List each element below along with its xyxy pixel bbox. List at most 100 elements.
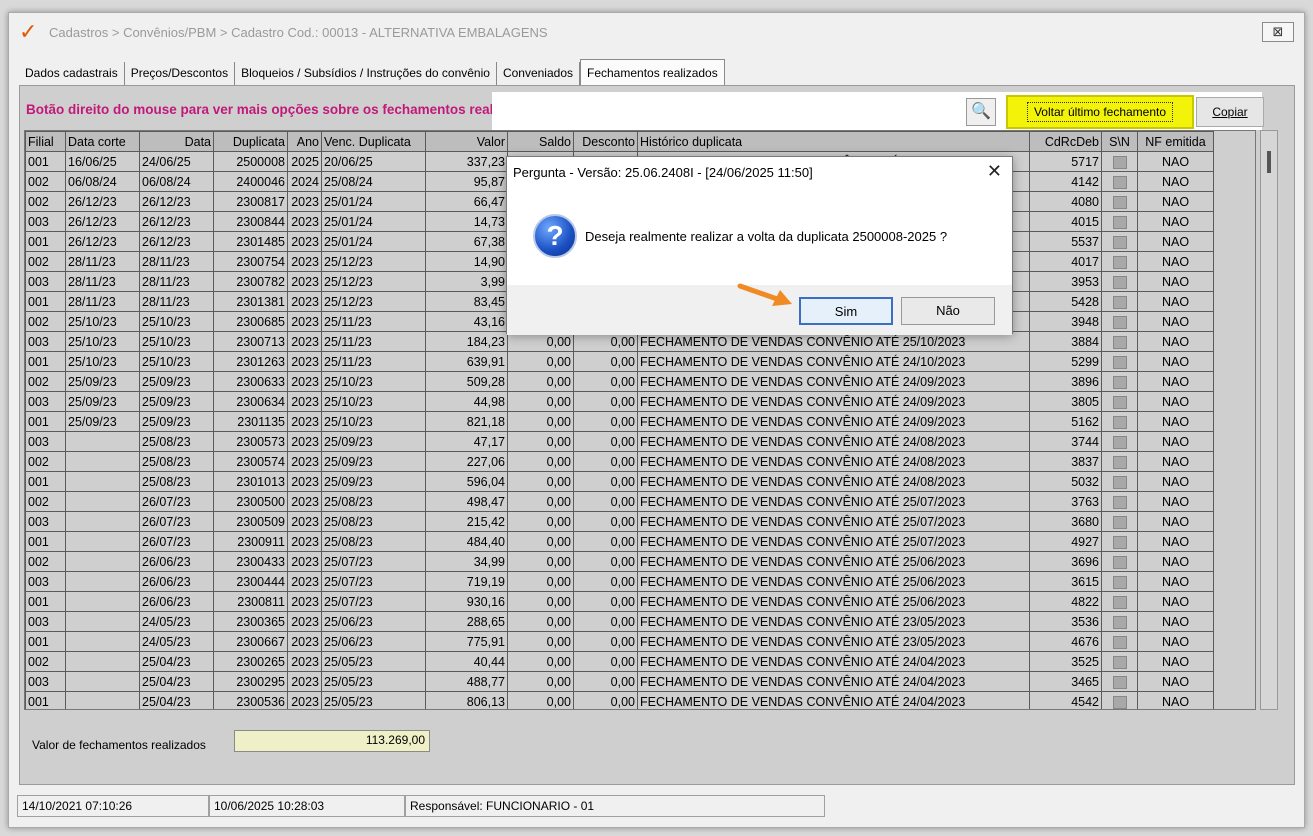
sn-checkbox[interactable] xyxy=(1101,651,1138,672)
table-cell: 25/04/23 xyxy=(139,671,214,692)
table-cell: 24/06/25 xyxy=(139,151,214,172)
sn-checkbox[interactable] xyxy=(1101,571,1138,592)
column-header[interactable]: CdRcDeb xyxy=(1029,131,1102,152)
nao-button[interactable]: Não xyxy=(901,297,995,325)
sn-checkbox[interactable] xyxy=(1101,151,1138,172)
sim-button[interactable]: Sim xyxy=(799,297,893,325)
sn-checkbox[interactable] xyxy=(1101,471,1138,492)
sn-checkbox[interactable] xyxy=(1101,411,1138,432)
table-row[interactable]: 003 26/06/23 2300444 2023 25/07/23 719,19 0,00… xyxy=(25,571,1214,592)
checkbox-icon xyxy=(1112,235,1127,249)
sn-checkbox[interactable] xyxy=(1101,231,1138,252)
grid-vertical-scrollbar[interactable] xyxy=(1260,130,1278,710)
column-header[interactable]: Data corte xyxy=(65,131,140,152)
sn-checkbox[interactable] xyxy=(1101,611,1138,632)
sn-checkbox[interactable] xyxy=(1101,371,1138,392)
table-row[interactable]: 002 25/09/23 25/09/23 2300633 2023 25/10/23 50… xyxy=(25,371,1214,392)
table-cell: 25/12/23 xyxy=(321,291,426,312)
sn-checkbox[interactable] xyxy=(1101,451,1138,472)
tab-fechamentos-realizados[interactable]: Fechamentos realizados xyxy=(580,59,725,85)
table-row[interactable]: 003 25/09/23 25/09/23 2300634 2023 25/10/23 44… xyxy=(25,391,1214,412)
sn-checkbox[interactable] xyxy=(1101,211,1138,232)
copiar-button[interactable]: Copiar xyxy=(1196,97,1264,127)
table-cell: 26/12/23 xyxy=(65,211,140,232)
sn-checkbox[interactable] xyxy=(1101,251,1138,272)
sn-checkbox[interactable] xyxy=(1101,551,1138,572)
table-row[interactable]: 003 25/04/23 2300295 2023 25/05/23 488,77 0,00… xyxy=(25,671,1214,692)
table-row[interactable]: 002 25/04/23 2300265 2023 25/05/23 40,44 0,00 0… xyxy=(25,651,1214,672)
table-row[interactable]: 001 25/10/23 25/10/23 2301263 2023 25/11/23 63… xyxy=(25,351,1214,372)
table-cell: 25/10/23 xyxy=(139,331,214,352)
table-row[interactable]: 002 26/07/23 2300500 2023 25/08/23 498,47 0,00… xyxy=(25,491,1214,512)
table-cell: FECHAMENTO DE VENDAS CONVÊNIO ATÉ 23/05/… xyxy=(637,631,1030,652)
status-created: 14/10/2021 07:10:26 xyxy=(17,795,209,817)
sn-checkbox[interactable] xyxy=(1101,171,1138,192)
sn-checkbox[interactable] xyxy=(1101,291,1138,312)
table-cell: 25/05/23 xyxy=(321,651,426,672)
table-cell: 83,45 xyxy=(425,291,508,312)
checkbox-icon xyxy=(1112,395,1127,409)
table-cell: 2023 xyxy=(287,191,322,212)
column-header[interactable]: NF emitida xyxy=(1137,131,1214,152)
table-row[interactable]: 002 25/08/23 2300574 2023 25/09/23 227,06 0,00… xyxy=(25,451,1214,472)
table-cell: 2023 xyxy=(287,471,322,492)
column-header[interactable]: Data xyxy=(139,131,214,152)
sn-checkbox[interactable] xyxy=(1101,271,1138,292)
window-close-button[interactable]: ⊠ xyxy=(1262,22,1294,42)
table-cell: 0,00 xyxy=(573,411,638,432)
column-header[interactable]: Ano xyxy=(287,131,322,152)
column-header[interactable]: Filial xyxy=(25,131,66,152)
sn-checkbox[interactable] xyxy=(1101,491,1138,512)
column-header[interactable]: Duplicata xyxy=(213,131,288,152)
table-cell: 003 xyxy=(25,611,66,632)
column-header[interactable]: Valor xyxy=(425,131,508,152)
sn-checkbox[interactable] xyxy=(1101,531,1138,552)
sn-checkbox[interactable] xyxy=(1101,631,1138,652)
column-header[interactable]: S\N xyxy=(1101,131,1138,152)
sn-checkbox[interactable] xyxy=(1101,351,1138,372)
sn-checkbox[interactable] xyxy=(1101,511,1138,532)
sn-checkbox[interactable] xyxy=(1101,691,1138,709)
column-header[interactable]: Venc. Duplicata xyxy=(321,131,426,152)
table-cell xyxy=(65,491,140,512)
table-cell: 25/09/23 xyxy=(321,451,426,472)
table-row[interactable]: 001 26/07/23 2300911 2023 25/08/23 484,40 0,00… xyxy=(25,531,1214,552)
table-cell: NAO xyxy=(1137,691,1214,709)
sn-checkbox[interactable] xyxy=(1101,331,1138,352)
zoom-button[interactable]: 🔍 xyxy=(966,98,996,126)
tab-bloqueios[interactable]: Bloqueios / Subsídios / Instruções do co… xyxy=(235,62,497,85)
table-cell: 2300295 xyxy=(213,671,288,692)
sn-checkbox[interactable] xyxy=(1101,431,1138,452)
tab-conveniados[interactable]: Conveniados xyxy=(497,62,580,85)
dialog-close-icon[interactable]: ✕ xyxy=(987,161,1002,182)
table-cell xyxy=(65,431,140,452)
table-cell: 2300500 xyxy=(213,491,288,512)
table-row[interactable]: 001 25/09/23 25/09/23 2301135 2023 25/10/23 82… xyxy=(25,411,1214,432)
table-row[interactable]: 001 25/08/23 2301013 2023 25/09/23 596,04 0,00… xyxy=(25,471,1214,492)
checkbox-icon xyxy=(1112,575,1127,589)
table-cell: 4142 xyxy=(1029,171,1102,192)
title-bar: ✓ Cadastros > Convênios/PBM > Cadastro C… xyxy=(9,13,1304,51)
column-header[interactable]: Saldo xyxy=(507,131,574,152)
table-row[interactable]: 003 26/07/23 2300509 2023 25/08/23 215,42 0,00… xyxy=(25,511,1214,532)
column-header[interactable]: Histórico duplicata xyxy=(637,131,1030,152)
tab-dados-cadastrais[interactable]: Dados cadastrais xyxy=(19,62,125,85)
sn-checkbox[interactable] xyxy=(1101,311,1138,332)
table-cell: 28/11/23 xyxy=(65,251,140,272)
table-row[interactable]: 001 24/05/23 2300667 2023 25/06/23 775,91 0,00… xyxy=(25,631,1214,652)
table-row[interactable]: 001 26/06/23 2300811 2023 25/07/23 930,16 0,00… xyxy=(25,591,1214,612)
voltar-ultimo-fechamento-button[interactable]: Voltar último fechamento xyxy=(1006,95,1194,129)
column-header[interactable]: Desconto xyxy=(573,131,638,152)
table-row[interactable]: 002 26/06/23 2300433 2023 25/07/23 34,99 0,00 0… xyxy=(25,551,1214,572)
sn-checkbox[interactable] xyxy=(1101,191,1138,212)
table-cell: 26/07/23 xyxy=(139,491,214,512)
table-row[interactable]: 003 24/05/23 2300365 2023 25/06/23 288,65 0,00… xyxy=(25,611,1214,632)
sn-checkbox[interactable] xyxy=(1101,391,1138,412)
sn-checkbox[interactable] xyxy=(1101,671,1138,692)
table-cell: 25/10/23 xyxy=(321,371,426,392)
table-row[interactable]: 003 25/08/23 2300573 2023 25/09/23 47,17 0,00 0… xyxy=(25,431,1214,452)
table-row[interactable]: 001 25/04/23 2300536 2023 25/05/23 806,13 0,00… xyxy=(25,691,1214,709)
sn-checkbox[interactable] xyxy=(1101,591,1138,612)
tab-precos-descontos[interactable]: Preços/Descontos xyxy=(125,62,236,85)
checkbox-icon xyxy=(1112,615,1127,629)
